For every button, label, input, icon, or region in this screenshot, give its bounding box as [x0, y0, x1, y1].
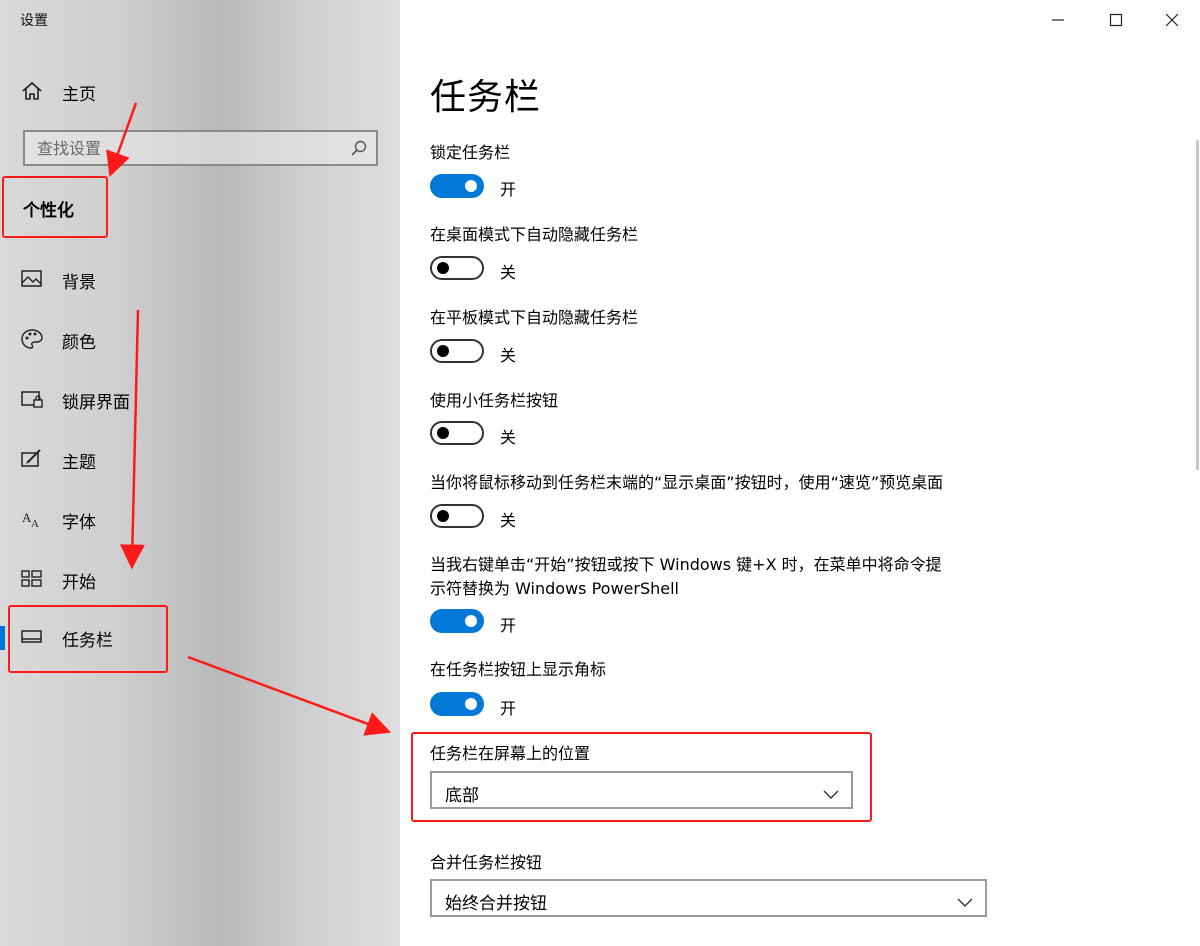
toggle-autohide-desktop[interactable] [430, 256, 484, 280]
close-button[interactable] [1144, 0, 1200, 40]
toggle-state-text: 开 [500, 180, 517, 199]
toggle-state-text: 关 [500, 428, 517, 447]
sidebar-item-theme[interactable]: 主题 [0, 435, 400, 485]
sidebar-item-color[interactable]: 颜色 [0, 315, 400, 365]
toggle-peek[interactable] [430, 504, 484, 528]
start-icon [20, 568, 44, 590]
toggle-state-text: 关 [500, 346, 517, 365]
sidebar-item-label: 背景 [62, 273, 96, 293]
font-icon: AA [20, 508, 44, 530]
maximize-button[interactable] [1088, 0, 1144, 40]
palette-icon [20, 328, 44, 350]
sidebar-item-lock-screen[interactable]: 锁屏界面 [0, 375, 400, 425]
chevron-down-icon [957, 893, 973, 907]
toggle-small-buttons[interactable] [430, 421, 484, 445]
setting-peek-label: 当你将鼠标移动到任务栏末端的“显示桌面”按钮时，使用“速览”预览桌面 [430, 473, 944, 492]
nav-home-label: 主页 [62, 85, 96, 105]
annotation-box-category [2, 176, 108, 238]
combine-buttons-dropdown[interactable]: 始终合并按钮 [430, 879, 987, 917]
page-title: 任务栏 [430, 77, 542, 118]
toggle-knob [465, 615, 477, 627]
annotation-box-taskbar [8, 605, 168, 673]
toggle-knob [437, 427, 449, 439]
combine-buttons-value: 始终合并按钮 [445, 894, 547, 914]
minimize-button[interactable] [1030, 0, 1086, 40]
scrollbar[interactable] [1196, 140, 1199, 470]
toggle-state-text: 关 [500, 263, 517, 282]
setting-small-buttons-label: 使用小任务栏按钮 [430, 391, 559, 410]
sidebar-item-label: 字体 [62, 513, 96, 533]
sidebar-item-label: 主题 [62, 453, 96, 473]
sidebar: 设置 主页 个性化 背景 颜色 锁屏界面 主题 [0, 0, 400, 946]
setting-powershell-label-line2: 示符替换为 Windows PowerShell [430, 579, 680, 598]
picture-icon [20, 268, 44, 290]
nav-home[interactable]: 主页 [0, 70, 400, 112]
toggle-knob [437, 262, 449, 274]
sidebar-item-start[interactable]: 开始 [0, 555, 400, 605]
toggle-knob [437, 345, 449, 357]
toggle-badges[interactable] [430, 692, 484, 716]
lock-screen-icon [20, 388, 44, 410]
search-box[interactable] [23, 130, 378, 166]
home-icon [20, 80, 44, 102]
search-icon[interactable] [350, 139, 368, 157]
svg-text:A: A [31, 518, 39, 530]
combine-buttons-label: 合并任务栏按钮 [430, 853, 543, 872]
sidebar-item-background[interactable]: 背景 [0, 255, 400, 305]
annotation-box-position [411, 732, 872, 822]
toggle-powershell[interactable] [430, 609, 484, 633]
toggle-autohide-tablet[interactable] [430, 339, 484, 363]
toggle-knob [465, 698, 477, 710]
setting-powershell-label-line1: 当我右键单击“开始”按钮或按下 Windows 键+X 时，在菜单中将命令提 [430, 555, 942, 574]
toggle-state-text: 开 [500, 616, 517, 635]
setting-autohide-tablet-label: 在平板模式下自动隐藏任务栏 [430, 308, 639, 327]
search-input[interactable] [37, 137, 337, 159]
toggle-state-text: 关 [500, 511, 517, 530]
app-title: 设置 [20, 13, 48, 29]
main-panel: 任务栏 锁定任务栏 开 在桌面模式下自动隐藏任务栏 关 在平板模式下自动隐藏任务… [400, 0, 1200, 946]
setting-lock-taskbar-label: 锁定任务栏 [430, 143, 511, 162]
sidebar-item-font[interactable]: AA 字体 [0, 495, 400, 545]
selected-indicator [0, 626, 5, 650]
sidebar-item-label: 锁屏界面 [62, 393, 130, 413]
toggle-knob [465, 180, 477, 192]
setting-autohide-desktop-label: 在桌面模式下自动隐藏任务栏 [430, 225, 639, 244]
toggle-knob [437, 510, 449, 522]
toggle-lock-taskbar[interactable] [430, 174, 484, 198]
toggle-state-text: 开 [500, 699, 517, 718]
theme-icon [20, 448, 44, 470]
setting-badges-label: 在任务栏按钮上显示角标 [430, 660, 607, 679]
sidebar-item-label: 开始 [62, 573, 96, 593]
sidebar-item-label: 颜色 [62, 333, 96, 353]
